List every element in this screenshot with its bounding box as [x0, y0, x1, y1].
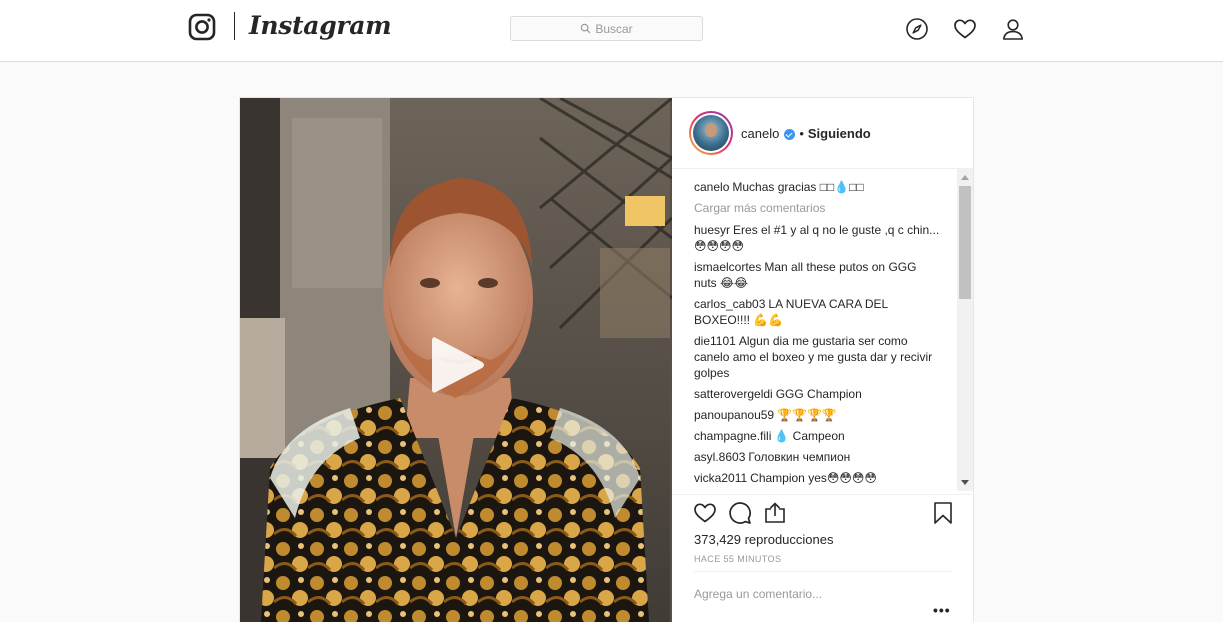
comment-username[interactable]: huesyr	[694, 223, 730, 237]
comment-item: canelo Muchas gracias □□💧□□	[694, 179, 942, 195]
more-options-button[interactable]: •••	[933, 602, 951, 618]
comment-item: ismaelcortes Man all these putos on GGG n…	[694, 259, 942, 291]
comment-item: carlos_cab03 LA NUEVA CARA DEL BOXEO!!!! …	[694, 296, 942, 328]
verified-badge-icon	[784, 128, 796, 140]
heart-icon[interactable]	[693, 501, 717, 525]
instagram-wordmark[interactable]: Instagram	[249, 9, 392, 43]
comments-list[interactable]: canelo Muchas gracias □□💧□□ Cargar más co…	[672, 169, 957, 494]
add-comment-input[interactable]	[694, 587, 914, 601]
avatar[interactable]	[689, 111, 733, 155]
share-icon[interactable]	[763, 501, 787, 525]
username-link[interactable]: canelo	[741, 126, 779, 142]
scroll-down-arrow-icon[interactable]	[961, 480, 969, 485]
comment-username[interactable]: champagne.fili	[694, 429, 771, 443]
comments-scrollbar[interactable]	[957, 169, 973, 491]
comment-item: asyl.8603 Головкин чемпион	[694, 449, 942, 465]
post-header: canelo • Siguiendo	[672, 98, 974, 169]
post-sidebar: canelo • Siguiendo canelo Muchas gracias …	[672, 98, 974, 622]
post-actions: 373,429 reproducciones HACE 55 MINUTOS •…	[672, 494, 974, 622]
comment-icon[interactable]	[728, 501, 752, 525]
comment-username[interactable]: vicka2011	[694, 471, 747, 485]
following-button[interactable]: Siguiendo	[808, 126, 871, 142]
comment-username[interactable]: satterovergeldi	[694, 387, 773, 401]
comment-item: panoupanou59 🏆🏆🏆🏆	[694, 407, 942, 423]
comment-username[interactable]: carlos_cab03	[694, 297, 765, 311]
post-timestamp[interactable]: HACE 55 MINUTOS	[694, 554, 781, 564]
logo-divider	[234, 12, 235, 40]
comment-text: GGG Champion	[775, 387, 862, 401]
post-author: canelo • Siguiendo	[741, 126, 871, 142]
profile-icon[interactable]	[1001, 17, 1025, 41]
instagram-logo-icon[interactable]	[188, 13, 216, 41]
view-count[interactable]: 373,429 reproducciones	[694, 532, 834, 547]
comment-item: champagne.fili 💧 Campeon	[694, 428, 942, 444]
comment-item: vicka2011 Champion yes😳😳😳😳	[694, 470, 942, 486]
comment-item: satterovergeldi GGG Champion	[694, 386, 942, 402]
comment-text: Muchas gracias □□💧□□	[732, 180, 864, 194]
comment-username[interactable]: panoupanou59	[694, 408, 774, 422]
separator-dot: •	[799, 126, 804, 141]
post-video[interactable]	[240, 98, 672, 622]
comment-username[interactable]: die1101	[694, 334, 736, 348]
compass-icon[interactable]	[905, 17, 929, 41]
comment-username[interactable]: canelo	[694, 180, 729, 194]
comment-username[interactable]: ismaelcortes	[694, 260, 761, 274]
heart-icon[interactable]	[953, 17, 977, 41]
scroll-up-arrow-icon[interactable]	[961, 175, 969, 180]
play-icon[interactable]	[426, 332, 492, 398]
comment-item: huesyr Eres el #1 y al q no le guste ,q c…	[694, 222, 942, 254]
add-comment-section: •••	[694, 571, 952, 622]
search-input[interactable]: Buscar	[510, 16, 703, 41]
top-navigation-bar: Instagram Buscar	[0, 0, 1223, 62]
comment-item: die1101 Algun dia me gustaria ser como ca…	[694, 333, 942, 381]
post-card: canelo • Siguiendo canelo Muchas gracias …	[239, 97, 974, 622]
search-icon	[581, 23, 591, 34]
comment-text: 💧 Campeon	[774, 429, 845, 443]
comment-text: Eres el #1 y al q no le guste ,q c chin.…	[694, 223, 940, 253]
load-more-comments-button[interactable]: Cargar más comentarios	[694, 200, 957, 216]
comment-username[interactable]: asyl.8603	[694, 450, 745, 464]
bookmark-icon[interactable]	[931, 501, 955, 525]
comment-text: 🏆🏆🏆🏆	[777, 408, 837, 422]
search-placeholder: Buscar	[595, 21, 633, 36]
scrollbar-thumb[interactable]	[959, 186, 971, 299]
comment-text: Головкин чемпион	[748, 450, 851, 464]
avatar-image	[693, 115, 729, 151]
comment-text: Champion yes😳😳😳😳	[750, 471, 877, 485]
